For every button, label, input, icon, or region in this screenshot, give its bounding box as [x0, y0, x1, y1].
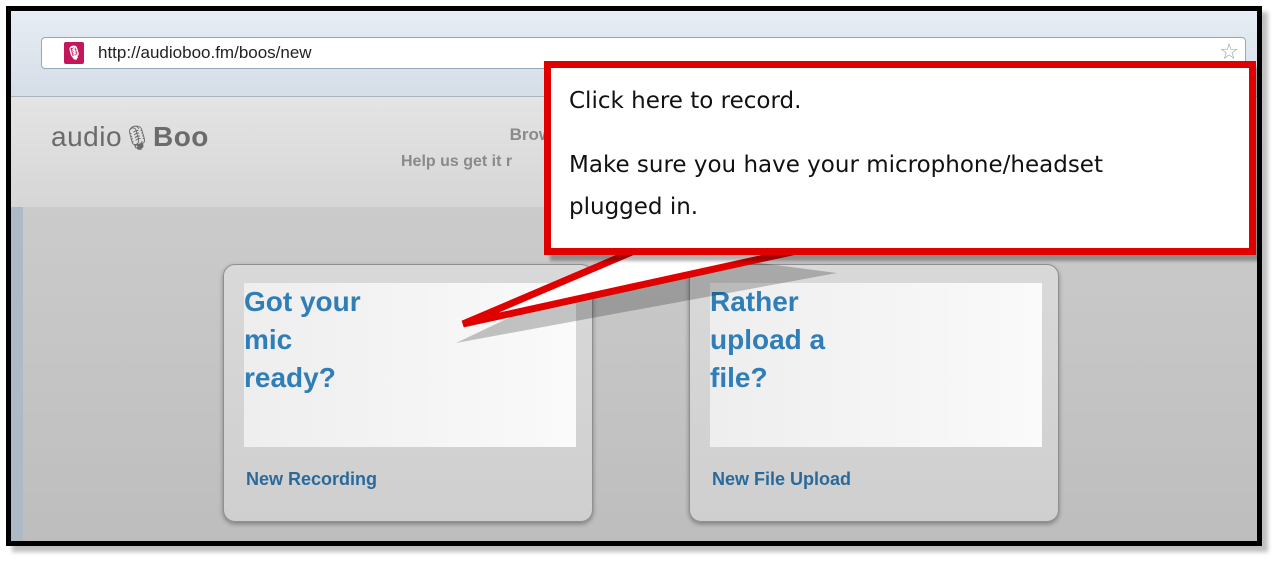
callout-line-3: plugged in. [569, 194, 699, 220]
instruction-callout: Click here to record. Make sure you have… [544, 61, 1256, 255]
screenshot-frame: 🎙 http://audioboo.fm/boos/new ☆ audio🎙Bo… [6, 6, 1262, 546]
callout-line-2: Make sure you have your microphone/heads… [569, 152, 1103, 178]
callout-line-1: Click here to record. [569, 88, 802, 114]
